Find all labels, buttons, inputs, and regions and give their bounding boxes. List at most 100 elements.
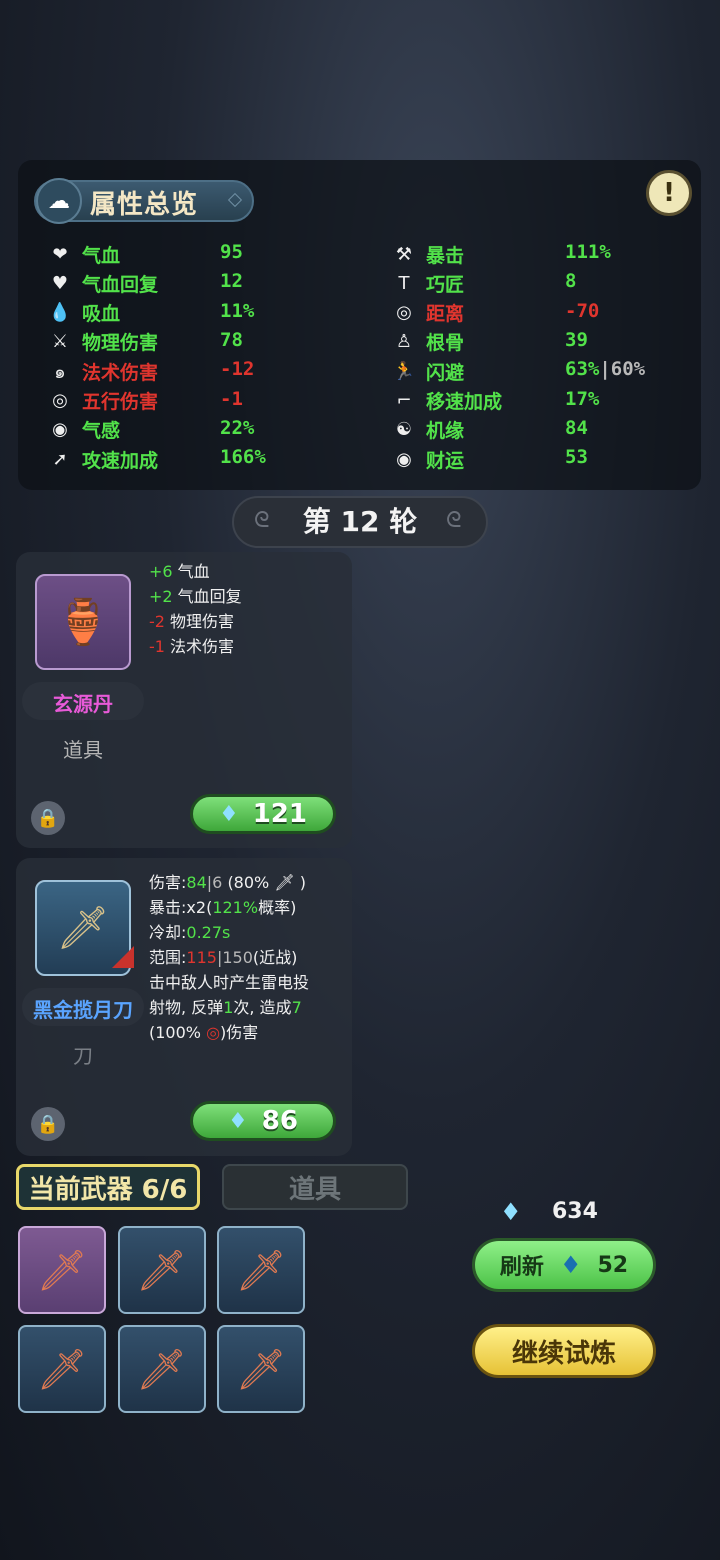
round-label: 第 12 轮	[302, 505, 418, 538]
weapon-desc-line-3: (100% ◎)伤害	[149, 1023, 259, 1042]
stat-value: 78	[220, 328, 243, 351]
gem-icon: ♦	[218, 801, 239, 827]
stat-value: 11%	[220, 299, 255, 322]
hammer-icon: T	[398, 272, 410, 294]
gem-icon: ♦	[500, 1198, 522, 1226]
buy-item-button[interactable]: ♦ 121	[190, 794, 336, 834]
stat-row: ♥ 气血回复	[48, 269, 158, 297]
stat-label: 闪避	[426, 361, 465, 384]
stat-value: 12	[220, 270, 243, 293]
tab-items[interactable]: 道具	[222, 1164, 408, 1210]
weapon-desc-line-2: 射物, 反弹1次, 造成7	[149, 998, 302, 1017]
weapon-crit-row: 暴击:x2(121%概率)	[149, 898, 297, 917]
drop-icon: 💧	[48, 302, 72, 324]
weapon-slot-3[interactable]: 🗡	[217, 1226, 305, 1314]
stat-value: -70	[565, 299, 600, 322]
buy-weapon-button[interactable]: ♦ 86	[190, 1101, 336, 1141]
curved-blade-icon: 🗡	[36, 1346, 88, 1393]
curved-blade-icon: 🗡	[136, 1247, 187, 1294]
stat-label: 巧匠	[426, 273, 465, 296]
info-button[interactable]: !	[646, 170, 692, 216]
spiral-damage-icon: ◎	[206, 1023, 221, 1042]
continue-button[interactable]: 继续试炼	[472, 1324, 656, 1378]
element-icon: ◎	[52, 390, 68, 411]
sword-icon: 🗡	[274, 873, 295, 892]
stat-label: 气感	[82, 420, 121, 443]
stat-label: 气血回复	[82, 273, 159, 296]
weapon-details: 伤害:84|6 (80% 🗡 ) 暴击:x2(121%概率) 冷却:0.27s …	[149, 870, 349, 1045]
stat-label: 攻速加成	[82, 449, 159, 472]
stat-value: 39	[565, 328, 588, 351]
lock-icon[interactable]: 🔒	[31, 801, 65, 835]
weapon-slot-2[interactable]: 🗡	[117, 1226, 206, 1314]
gourd-item-icon: 🏺	[35, 574, 131, 670]
stat-label: 财运	[426, 449, 465, 472]
character-avatar-icon: ☁	[36, 178, 82, 224]
stat-value: 22%	[220, 416, 255, 439]
info-icon: !	[663, 178, 675, 208]
attack-speed-icon: ➚	[52, 448, 68, 470]
item-name: 玄源丹	[53, 692, 113, 716]
tab-current-weapons[interactable]: 当前武器 6/6	[16, 1164, 200, 1210]
curved-blade-icon: 🗡	[235, 1346, 287, 1393]
dodge-icon: 🏃	[392, 360, 416, 382]
stat-row: ⚒ 暴击	[392, 240, 464, 268]
stat-row: 💧 吸血	[48, 299, 120, 327]
weapon-cooldown-row: 冷却:0.27s	[149, 923, 231, 942]
weapon-slot-6[interactable]: 🗡	[217, 1325, 305, 1413]
weapon-slot-1[interactable]: 🗡	[18, 1226, 106, 1314]
item-price: 121	[252, 799, 307, 829]
stat-value: -12	[220, 358, 255, 381]
item-effect-row: -1 法术伤害	[149, 637, 235, 656]
gem-icon: ♦	[559, 1251, 582, 1279]
weapon-type: 刀	[73, 1044, 93, 1068]
stat-row: ⚔ 物理伤害	[48, 328, 158, 356]
stat-label: 五行伤害	[82, 391, 159, 413]
target-icon: ◎	[396, 302, 412, 324]
currency-amount: 634	[552, 1199, 598, 1224]
stat-value: 63%|60%	[565, 358, 646, 381]
stat-label: 物理伤害	[82, 332, 159, 355]
coin-icon: ◉	[396, 448, 412, 470]
heart-icon: ❤	[52, 243, 68, 265]
stat-row: ♙ 根骨	[392, 328, 464, 356]
stat-label: 法术伤害	[82, 361, 159, 384]
weapon-slot-5[interactable]: 🗡	[117, 1325, 206, 1413]
item-type: 道具	[63, 738, 103, 762]
weapon-desc-line-1: 击中敌人时产生雷电投	[149, 973, 310, 992]
stat-value: 166%	[220, 446, 266, 469]
stat-row: ๑ 法术伤害	[48, 357, 158, 385]
spiral-icon: ๑	[54, 361, 66, 383]
stat-row: ◉ 财运	[392, 445, 464, 473]
item-effect-row: +2 气血回复	[149, 587, 242, 606]
stat-value: 17%	[565, 387, 600, 410]
sword-icon: ⚔	[51, 331, 69, 353]
stat-value: 111%	[565, 241, 611, 263]
attribute-panel-title: 属性总览	[90, 190, 199, 220]
weapon-range-row: 范围:115|150(近战)	[149, 948, 298, 967]
stat-label: 暴击	[426, 244, 465, 267]
weapon-slot-4[interactable]: 🗡	[18, 1325, 106, 1413]
stat-label: 根骨	[426, 332, 465, 355]
stat-row: ◎ 五行伤害	[48, 387, 158, 415]
weapon-price: 86	[261, 1106, 298, 1136]
stat-row: ☯ 机缘	[392, 416, 464, 444]
stat-value: 84	[565, 416, 588, 439]
stat-label: 机缘	[426, 420, 465, 443]
stat-value: 8	[565, 270, 577, 293]
item-effect-row: -2 物理伤害	[149, 612, 235, 631]
item-effect-row: +6 气血	[149, 562, 210, 581]
stat-value: -1	[220, 387, 243, 410]
qi-icon: ◉	[52, 419, 68, 441]
weapon-damage-row: 伤害:84|6 (80% 🗡 )	[149, 873, 306, 892]
stat-row: ◉ 气感	[48, 416, 120, 444]
stat-label: 吸血	[82, 303, 121, 326]
boot-icon: ⌐	[396, 390, 412, 411]
curved-blade-icon: 🗡	[36, 1247, 88, 1294]
gem-icon: ♦	[228, 1108, 248, 1134]
body-icon: ♙	[395, 331, 413, 353]
refresh-button[interactable]: 刷新 ♦ 52	[472, 1238, 656, 1292]
refresh-cost: 52	[597, 1252, 629, 1278]
stat-row: ❤ 气血	[48, 240, 120, 268]
lock-icon[interactable]: 🔒	[31, 1107, 65, 1141]
